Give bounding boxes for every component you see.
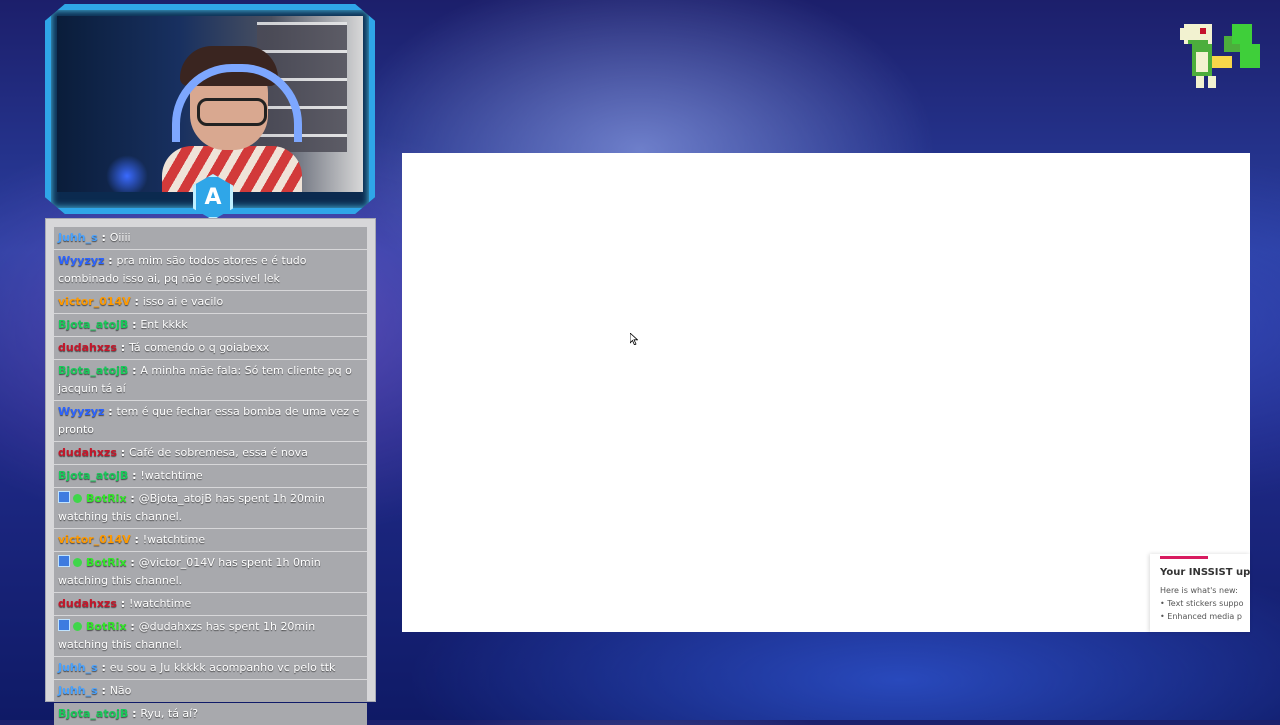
chat-message: dudahxzs : !watchtime	[54, 593, 367, 615]
chat-message: Juhh_s : Não	[54, 680, 367, 702]
chat-text: Ryu, tá aí?	[140, 707, 199, 720]
chat-separator: :	[126, 556, 139, 569]
webcam-overlay: A	[45, 4, 375, 220]
chat-username[interactable]: Bjota_atojB	[58, 469, 128, 482]
chat-username[interactable]: victor_014V	[58, 295, 131, 308]
bot-badge-icon	[58, 555, 70, 567]
chat-username[interactable]: Bjota_atojB	[58, 364, 128, 377]
notice-item: • Enhanced media p	[1160, 612, 1242, 621]
chat-text: Oiiii	[109, 231, 131, 244]
chat-text: !watchtime	[128, 597, 192, 610]
chat-message: Bjota_atojB : A minha mãe fala: Só tem c…	[54, 360, 367, 400]
browser-content-area[interactable]: Your INSSIST upgr Here is what's new: • …	[402, 153, 1250, 632]
notice-accent-bar	[1160, 556, 1208, 559]
chat-message: Juhh_s : eu sou a Ju kkkkk acompanho vc …	[54, 657, 367, 679]
chat-message: dudahxzs : Tá comendo o q goiabexx	[54, 337, 367, 359]
bot-badge-icon	[58, 491, 70, 503]
chat-text: isso ai e vacilo	[142, 295, 224, 308]
chat-username[interactable]: Bjota_atojB	[58, 707, 128, 720]
chat-username[interactable]: dudahxzs	[58, 597, 117, 610]
snivy-mascot-icon	[1180, 24, 1260, 88]
chat-separator: :	[104, 254, 117, 267]
chat-message-list: Juhh_s : Oiiii Wyyzyz : pra mim são todos…	[54, 227, 367, 725]
inssist-upgrade-notice[interactable]: Your INSSIST upgr Here is what's new: • …	[1150, 554, 1250, 632]
webcam-video	[57, 16, 363, 192]
chat-username[interactable]: Wyyzyz	[58, 254, 104, 267]
chat-message: BotRix : @dudahxzs has spent 1h 20min wa…	[54, 616, 367, 656]
chat-message: Juhh_s : Oiiii	[54, 227, 367, 249]
chat-username[interactable]: dudahxzs	[58, 446, 117, 459]
chat-separator: :	[128, 364, 141, 377]
verified-icon	[73, 494, 82, 503]
chat-separator: :	[116, 446, 129, 459]
verified-icon	[73, 622, 82, 631]
chat-text: Não	[109, 684, 132, 697]
glasses	[197, 98, 267, 126]
chat-message: victor_014V : isso ai e vacilo	[54, 291, 367, 313]
chat-message: BotRix : @Bjota_atojB has spent 1h 20min…	[54, 488, 367, 528]
chat-separator: :	[130, 533, 143, 546]
chat-message: Bjota_atojB : !watchtime	[54, 465, 367, 487]
notice-title: Your INSSIST upgr	[1160, 567, 1250, 578]
chat-panel: Juhh_s : Oiiii Wyyzyz : pra mim são todos…	[45, 218, 376, 725]
notice-subtitle: Here is what's new:	[1160, 586, 1238, 595]
chat-separator: :	[130, 295, 143, 308]
chat-separator: :	[97, 684, 110, 697]
chat-separator: :	[104, 405, 117, 418]
chat-username[interactable]: victor_014V	[58, 533, 131, 546]
chat-separator: :	[97, 231, 110, 244]
chat-text: eu sou a Ju kkkkk acompanho vc pelo ttk	[109, 661, 336, 674]
chat-text: Café de sobremesa, essa é nova	[128, 446, 308, 459]
chat-username[interactable]: Juhh_s	[58, 661, 98, 674]
chat-username[interactable]: Bjota_atojB	[58, 318, 128, 331]
chat-username[interactable]: BotRix	[86, 556, 127, 569]
chat-username[interactable]: BotRix	[86, 492, 127, 505]
chat-message: Bjota_atojB : Ryu, tá aí?	[54, 703, 367, 725]
chat-separator: :	[128, 318, 141, 331]
chat-message: Wyyzyz : pra mim são todos atores e é tu…	[54, 250, 367, 290]
chat-message: victor_014V : !watchtime	[54, 529, 367, 551]
notice-item: • Text stickers suppo	[1160, 599, 1244, 608]
chat-text: Ent kkkk	[140, 318, 188, 331]
chat-username[interactable]: dudahxzs	[58, 341, 117, 354]
chat-username[interactable]: Wyyzyz	[58, 405, 104, 418]
chat-message: Bjota_atojB : Ent kkkk	[54, 314, 367, 336]
chat-separator: :	[128, 707, 141, 720]
chat-separator: :	[116, 597, 129, 610]
chat-separator: :	[126, 620, 139, 633]
chat-username[interactable]: BotRix	[86, 620, 127, 633]
chat-message: dudahxzs : Café de sobremesa, essa é nov…	[54, 442, 367, 464]
chat-separator: :	[126, 492, 139, 505]
streamer	[162, 46, 302, 192]
chat-separator: :	[116, 341, 129, 354]
chat-text: !watchtime	[140, 469, 203, 482]
chat-text: Tá comendo o q goiabexx	[128, 341, 270, 354]
chat-username[interactable]: Juhh_s	[58, 684, 98, 697]
chat-username[interactable]: Juhh_s	[58, 231, 98, 244]
mouse-cursor-icon	[630, 333, 638, 345]
chat-separator: :	[97, 661, 110, 674]
verified-icon	[73, 558, 82, 567]
chat-separator: :	[128, 469, 141, 482]
bot-badge-icon	[58, 619, 70, 631]
chat-text: !watchtime	[142, 533, 206, 546]
chat-message: BotRix : @victor_014V has spent 1h 0min …	[54, 552, 367, 592]
chat-message: Wyyzyz : tem é que fechar essa bomba de …	[54, 401, 367, 441]
